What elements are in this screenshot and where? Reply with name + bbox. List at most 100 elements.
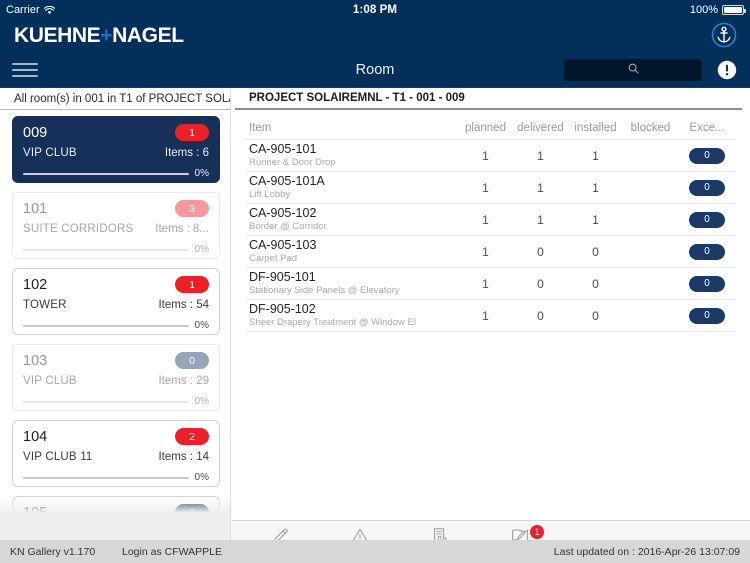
room-list[interactable]: 009 1 VIP CLUB Items : 6 0% 101 3 SUITE CORRIDO… [0, 111, 230, 540]
table-row[interactable]: DF-905-101 Stationary Side Panels @ Eleva… [245, 268, 736, 300]
room-progress-percent: 0% [194, 320, 209, 331]
room-items-value: 14 [196, 451, 209, 463]
brand-bar: KUEHNE+NAGEL [0, 20, 750, 52]
room-list-panel: All room(s) in 001 in T1 of PROJECT SOLA… [0, 88, 231, 540]
room-progress-percent: 0% [194, 168, 209, 179]
installed-cell: 1 [592, 212, 599, 227]
room-progress-track [23, 172, 189, 175]
last-updated-label: Last updated on : 2016-Apr-26 13:07:09 [553, 545, 740, 558]
installed-cell: 1 [592, 180, 599, 195]
room-items-value: 6 [202, 147, 209, 159]
room-items-label: Items : [158, 451, 193, 463]
delivered-cell: 1 [537, 180, 544, 195]
table-header-row: Item planned delivered installed blocked Exce… [245, 110, 736, 140]
column-header: blocked [630, 122, 671, 134]
table-row[interactable]: CA-905-101A Lift Lobby 1 1 1 0 [245, 172, 736, 204]
item-cell: CA-905-101 Runner & Door Drop [245, 142, 458, 168]
item-description: Runner & Door Drop [249, 156, 336, 168]
room-card[interactable]: 009 1 VIP CLUB Items : 6 0% [12, 116, 220, 183]
exception-badge[interactable]: 0 [689, 179, 725, 196]
kuehne-nagel-logo: KUEHNE+NAGEL [14, 24, 184, 48]
exception-cell[interactable]: 0 [678, 275, 736, 292]
room-card[interactable]: 104 2 VIP CLUB 11 Items : 14 0% [12, 420, 220, 487]
installed-cell: 0 [592, 276, 599, 291]
room-number: 009 [23, 124, 48, 141]
room-exception-badge: 3 [175, 200, 209, 217]
search-input[interactable] [564, 59, 702, 81]
planned-cell: 1 [482, 308, 489, 323]
exclamation-circle-icon[interactable] [716, 59, 738, 81]
logo-text-right: NAGEL [112, 24, 184, 47]
room-card-mid: VIP CLUB 11 Items : 14 [23, 451, 209, 463]
exception-cell[interactable]: 0 [678, 211, 736, 228]
room-exception-badge: 2 [175, 428, 209, 445]
exception-cell[interactable]: 0 [678, 147, 736, 164]
planned-cell: 1 [482, 276, 489, 291]
room-card-top: 102 1 [23, 276, 209, 293]
room-items-value: 9 [202, 527, 209, 539]
table-row[interactable]: CA-905-102 Border @ Corridor 1 1 1 0 [245, 204, 736, 236]
room-card-top: 103 0 [23, 352, 209, 369]
room-items-label: Items : [158, 375, 193, 387]
room-progress: 0% [23, 396, 209, 407]
room-items-count: Items : 8... [155, 223, 209, 235]
room-progress: 0% [23, 244, 209, 255]
exception-badge[interactable]: 0 [689, 243, 725, 260]
room-number: 105 [23, 504, 48, 521]
installed-cell: 1 [592, 148, 599, 163]
room-number: 103 [23, 352, 48, 369]
room-card[interactable]: 103 0 VIP CLUB Items : 29 0% [12, 344, 220, 411]
item-cell: CA-905-102 Border @ Corridor [245, 205, 458, 232]
table-row[interactable]: DF-905-102 Sheer Drapery Treatment @ Wind… [245, 300, 736, 332]
exception-cell[interactable]: 0 [678, 307, 736, 324]
app-version-label: KN Gallery v1.170 [10, 545, 96, 558]
room-progress-track [23, 324, 189, 327]
exception-badge[interactable]: 0 [689, 147, 725, 164]
room-items-value: 29 [196, 375, 209, 387]
room-items-label: Items : [164, 147, 200, 159]
table-row[interactable]: CA-905-103 Carpet Pad 1 0 0 0 [245, 236, 736, 268]
exception-badge[interactable]: 0 [689, 307, 725, 324]
delivered-cell: 0 [537, 244, 544, 259]
exception-cell[interactable]: 0 [678, 243, 736, 260]
room-exception-badge: 0 [175, 352, 209, 369]
item-description: Stationary Side Panels @ Elevatory [249, 284, 400, 296]
exception-badge[interactable]: 0 [689, 275, 725, 292]
room-items-count: Items : 6 [165, 147, 209, 159]
anchor-circle-icon[interactable] [710, 21, 738, 49]
column-header: installed [574, 122, 617, 134]
room-card-top: 009 1 [23, 124, 209, 141]
item-code: CA-905-102 [249, 205, 317, 220]
installed-cell: 0 [592, 308, 599, 323]
column-header: planned [465, 122, 506, 134]
exception-badge[interactable]: 0 [689, 211, 725, 228]
item-cell: CA-905-103 Carpet Pad [245, 238, 458, 264]
room-number: 104 [23, 428, 48, 445]
room-card-top: 105 0 [23, 504, 209, 521]
status-footer: KN Gallery v1.170 Login as CFWAPPLE Last… [0, 540, 750, 563]
planned-cell: 1 [482, 212, 489, 227]
exception-cell[interactable]: 0 [678, 179, 736, 196]
room-card[interactable]: 102 1 TOWER Items : 54 0% [12, 268, 220, 335]
battery-percent-label: 100% [689, 4, 718, 16]
room-name: VIP CLUB FLOOR II [23, 527, 131, 539]
room-card[interactable]: 101 3 SUITE CORRIDORS Items : 8... 0% [12, 192, 220, 259]
nav-bar: Room [0, 52, 750, 88]
column-header: delivered [517, 122, 564, 134]
item-description: Sheer Drapery Treatment @ Window El [249, 316, 416, 328]
content-area: All room(s) in 001 in T1 of PROJECT SOLA… [0, 88, 750, 540]
room-exception-badge: 1 [175, 276, 209, 293]
item-cell: DF-905-102 Sheer Drapery Treatment @ Wind… [245, 302, 458, 328]
hamburger-menu-icon[interactable] [12, 59, 38, 81]
room-exception-badge: 0 [175, 504, 209, 521]
delivered-cell: 1 [537, 212, 544, 227]
item-cell: DF-905-101 Stationary Side Panels @ Eleva… [245, 270, 458, 296]
room-items-count: Items : 14 [158, 451, 209, 463]
room-items-value: 8... [193, 223, 209, 235]
item-detail-panel: PROJECT SOLAIREMNL - T1 - 001 - 009 Item… [231, 88, 750, 540]
table-row[interactable]: CA-905-101 Runner & Door Drop 1 1 1 0 [245, 140, 736, 172]
room-items-value: 54 [196, 299, 209, 311]
room-card[interactable]: 1050VIP CLUB FLOOR IIItems : 90% [12, 496, 220, 540]
logo-text-left: KUEHNE [14, 24, 101, 47]
room-progress: 0% [23, 472, 209, 483]
